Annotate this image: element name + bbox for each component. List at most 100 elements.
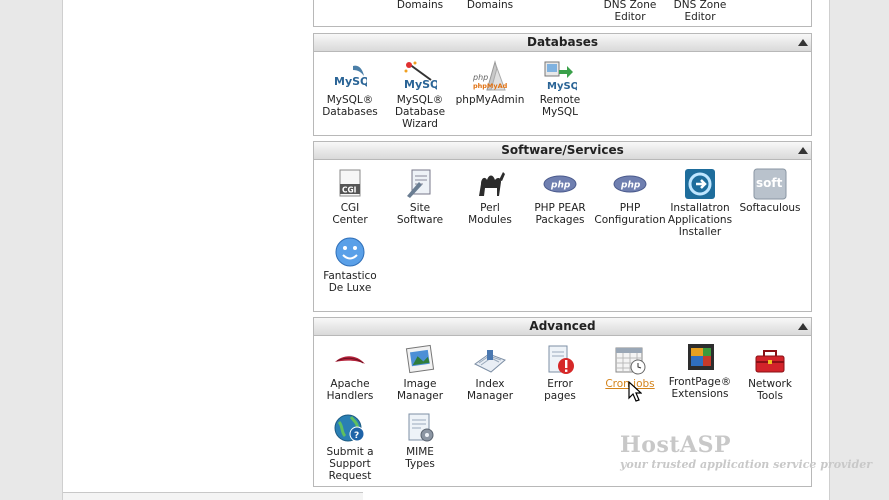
item-installatron[interactable]: Installatron Applications Installer: [664, 168, 736, 238]
item-php-configuration[interactable]: php PHP Configuration: [594, 168, 666, 226]
item-phpmyadmin[interactable]: php phpMyAdmin phpMyAdmin: [454, 60, 526, 106]
item-label: phpMyAdmin: [455, 94, 525, 106]
image-manager-icon: [405, 344, 435, 374]
item-label: Network: [748, 378, 792, 390]
installatron-icon: [685, 169, 715, 199]
item-mysql-databases[interactable]: MySQL MySQL® Databases: [314, 60, 386, 118]
panel-header[interactable]: Advanced: [314, 318, 811, 336]
item-label-2: Support: [329, 458, 371, 470]
item-cgi-center[interactable]: CGI CGI Center: [314, 168, 386, 226]
svg-text:php: php: [550, 181, 571, 191]
item-label-2: Center: [332, 214, 368, 226]
item-site-software[interactable]: Site Software: [384, 168, 456, 226]
item-label: PHP: [619, 202, 641, 214]
svg-text:MySQL: MySQL: [547, 81, 577, 92]
softaculous-icon: soft: [753, 168, 787, 200]
panel-header[interactable]: Databases: [314, 34, 811, 52]
mysql-wizard-icon: MySQL: [404, 61, 437, 91]
item-softaculous[interactable]: soft Softaculous: [734, 168, 806, 214]
svg-text:php: php: [473, 73, 488, 82]
item-fantastico-de-luxe[interactable]: Fantastico De Luxe: [314, 236, 386, 294]
item-label: Perl: [480, 202, 500, 214]
panel-domains-partial: Domains Domains DNS Zone Editor DNS Zone…: [313, 0, 812, 27]
panel-header[interactable]: Software/Services: [314, 142, 811, 160]
item-mysql-database-wizard[interactable]: MySQL MySQL® Database Wizard: [384, 60, 456, 130]
item-mime-types[interactable]: MIME Types: [384, 412, 456, 470]
frontpage-icon: [688, 344, 714, 370]
mouse-cursor-icon: [628, 381, 642, 402]
panel-title: Databases: [526, 35, 598, 49]
mysql-icon: MySQL: [334, 65, 367, 88]
item-network-tools[interactable]: Network Tools: [734, 344, 806, 402]
item-label: Remote: [539, 94, 581, 106]
item-label-2: Extensions: [671, 388, 729, 400]
toolbox-icon: [755, 350, 785, 373]
site-software-icon: [407, 169, 431, 198]
calendar-clock-icon: [615, 347, 646, 375]
collapse-arrow-icon[interactable]: [798, 323, 808, 330]
item-label-3: Wizard: [402, 118, 438, 130]
smiley-face-icon: [335, 237, 365, 267]
item-parked-domains[interactable]: Domains: [454, 0, 526, 11]
item-label-2: Software: [396, 214, 444, 226]
svg-text:MySQL: MySQL: [334, 75, 367, 88]
item-label-2: Manager: [396, 390, 444, 402]
item-label-2: De Luxe: [328, 282, 372, 294]
item-remote-mysql[interactable]: MySQL Remote MySQL: [524, 60, 596, 118]
error-page-icon: [548, 345, 574, 374]
cgi-icon: CGI: [339, 169, 361, 197]
item-label-2: Tools: [757, 390, 783, 402]
item-label-2: Packages: [535, 214, 585, 226]
item-error-pages[interactable]: Error pages: [524, 344, 596, 402]
item-label-2: Databases: [322, 106, 378, 118]
item-label: Domains: [396, 0, 444, 11]
hostasp-watermark: HostASP your trusted application service…: [620, 432, 872, 471]
item-simple-dns-zone-editor[interactable]: DNS Zone Editor: [594, 0, 666, 23]
item-label: CGI: [340, 202, 360, 214]
panel-software-services: Software/Services CGI CGI Center Site So…: [313, 141, 812, 312]
item-label: PHP PEAR: [534, 202, 586, 214]
item-label: MySQL®: [396, 94, 444, 106]
item-perl-modules[interactable]: Perl Modules: [454, 168, 526, 226]
item-label: MIME: [406, 446, 434, 458]
item-label-2: Editor: [684, 11, 716, 23]
panel-title: Advanced: [529, 319, 596, 333]
collapse-arrow-icon[interactable]: [798, 39, 808, 46]
item-apache-handlers[interactable]: Apache Handlers: [314, 344, 386, 402]
watermark-brand: HostASP: [620, 432, 732, 458]
panel-databases: Databases MySQL MySQL® Databases MySQL M…: [313, 33, 812, 136]
item-php-pear-packages[interactable]: php PHP PEAR Packages: [524, 168, 596, 226]
item-label-2: MySQL: [541, 106, 579, 118]
item-label: Error: [547, 378, 573, 390]
collapse-arrow-icon[interactable]: [798, 147, 808, 154]
item-label-2: Applications: [667, 214, 733, 226]
item-label: Domains: [466, 0, 514, 11]
left-column: [63, 0, 301, 500]
item-label-2: Types: [405, 458, 435, 470]
horizontal-scrollbar[interactable]: [63, 492, 363, 500]
item-label: MySQL®: [326, 94, 374, 106]
item-label: DNS Zone: [673, 0, 727, 11]
item-label-3: Installer: [678, 226, 722, 238]
svg-text:php: php: [620, 181, 641, 191]
item-label: Installatron: [670, 202, 730, 214]
item-submit-support-request[interactable]: ? Submit a Support Request: [314, 412, 386, 482]
php-icon: php: [613, 175, 647, 193]
item-index-manager[interactable]: Index Manager: [454, 344, 526, 402]
apache-feather-icon: [335, 356, 365, 364]
item-advanced-dns-zone-editor[interactable]: DNS Zone Editor: [664, 0, 736, 23]
remote-mysql-icon: MySQL: [544, 61, 577, 92]
item-label: Apache: [330, 378, 370, 390]
item-frontpage-extensions[interactable]: FrontPage® Extensions: [664, 342, 736, 400]
item-label-2: Editor: [614, 11, 646, 23]
svg-text:?: ?: [354, 431, 359, 441]
svg-text:MySQL: MySQL: [404, 78, 437, 91]
item-label: Softaculous: [739, 202, 801, 214]
index-manager-icon: [474, 350, 506, 373]
item-label: Submit a: [326, 446, 374, 458]
php-icon: php: [543, 175, 577, 193]
item-addon-domains[interactable]: Domains: [384, 0, 456, 11]
item-image-manager[interactable]: Image Manager: [384, 344, 456, 402]
item-label: FrontPage®: [668, 376, 732, 388]
watermark-tagline: your trusted application service provide…: [620, 458, 873, 471]
